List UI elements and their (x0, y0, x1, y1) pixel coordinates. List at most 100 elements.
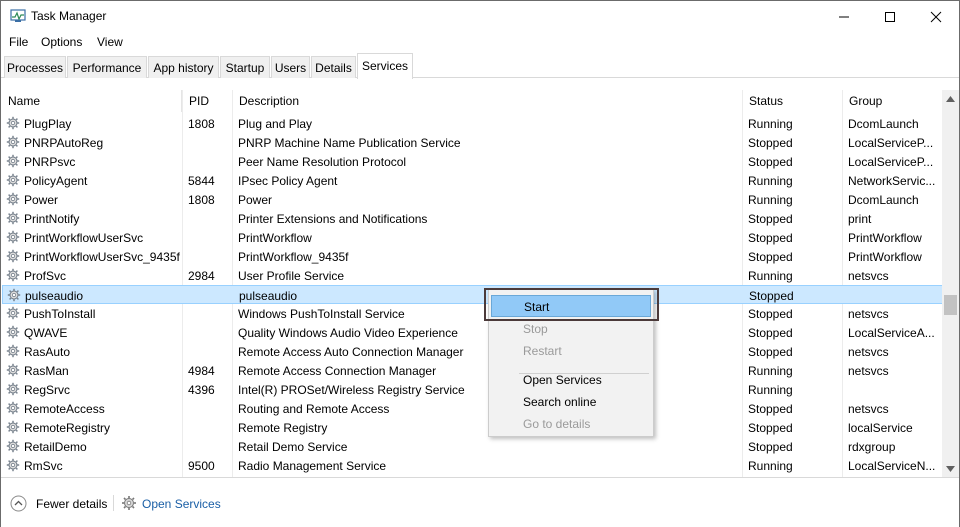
group-cell: LocalServiceP... (848, 136, 934, 150)
service-name-cell: PNRPsvc (24, 155, 76, 169)
table-row[interactable]: PNRPsvc Peer Name Resolution Protocol Stop… (2, 152, 943, 171)
task-manager-window: Task Manager File Options View Processes… (0, 0, 960, 527)
table-row[interactable]: pulseaudio pulseaudio Stopped (2, 285, 943, 304)
window-title: Task Manager (31, 9, 107, 23)
close-icon (930, 11, 942, 22)
tab-details[interactable]: Details (311, 56, 356, 78)
table-row[interactable]: RetailDemo Retail Demo Service Stopped rdxg… (2, 437, 943, 456)
minimize-button[interactable] (821, 1, 867, 32)
title-bar[interactable]: Task Manager (1, 1, 959, 32)
table-row[interactable]: PrintNotify Printer Extensions and Notifi… (2, 209, 943, 228)
column-header-group[interactable]: Group (843, 90, 943, 112)
scroll-thumb[interactable] (944, 295, 957, 315)
service-name-cell: PrintWorkflowUserSvc_9435f (24, 250, 180, 264)
context-menu-search-online[interactable]: Search online (489, 391, 653, 413)
table-row[interactable]: PolicyAgent 5844 IPsec Policy Agent Running… (2, 171, 943, 190)
pid-cell: 1808 (188, 117, 215, 131)
group-cell: rdxgroup (848, 440, 896, 454)
service-name-cell: RegSrvc (24, 383, 71, 397)
pid-cell: 2984 (188, 269, 215, 283)
description-cell: Plug and Play (238, 117, 313, 131)
column-header-pid[interactable]: PID (183, 90, 233, 112)
tab-processes[interactable]: Processes (4, 56, 66, 78)
menu-file[interactable]: File (9, 35, 28, 49)
status-cell: Running (748, 269, 793, 283)
description-cell: Retail Demo Service (238, 440, 348, 454)
status-cell: Running (748, 364, 793, 378)
group-cell: netsvcs (848, 345, 889, 359)
table-row[interactable]: PushToInstall Windows PushToInstall Servi… (2, 304, 943, 323)
context-menu-go-to-details[interactable]: Go to details (489, 413, 653, 435)
service-name-cell: RetailDemo (24, 440, 87, 454)
pid-cell: 9500 (188, 459, 215, 473)
services-table: ⌃ Name PID Description Status Group Plug… (2, 90, 959, 477)
tab-users[interactable]: Users (271, 56, 310, 78)
context-menu-stop[interactable]: Stop (489, 318, 653, 340)
maximize-button[interactable] (867, 1, 913, 32)
status-cell: Running (748, 459, 793, 473)
column-header-description[interactable]: Description (233, 90, 743, 112)
table-row[interactable]: PrintWorkflowUserSvc PrintWorkflow Stopped… (2, 228, 943, 247)
tab-performance[interactable]: Performance (67, 56, 147, 78)
service-name-cell: RmSvc (24, 459, 63, 473)
sort-ascending-icon: ⌃ (88, 90, 96, 96)
description-cell: PNRP Machine Name Publication Service (238, 136, 461, 150)
group-cell (848, 380, 943, 399)
group-cell (849, 286, 944, 305)
service-name-cell: PrintWorkflowUserSvc (24, 231, 144, 245)
table-row[interactable]: RemoteRegistry Remote Registry Stopped loca… (2, 418, 943, 437)
menu-options[interactable]: Options (41, 35, 82, 49)
status-cell: Stopped (748, 212, 793, 226)
open-services-link[interactable]: Open Services (142, 497, 221, 511)
footer-bar: Fewer details Open Services (1, 477, 959, 527)
tab-strip: Processes Performance App history Startu… (1, 53, 959, 79)
scroll-up-button[interactable] (942, 90, 959, 107)
pid-cell (188, 228, 232, 247)
table-row[interactable]: PNRPAutoReg PNRP Machine Name Publication… (2, 133, 943, 152)
pid-cell (188, 133, 232, 152)
table-row[interactable]: QWAVE Quality Windows Audio Video Experie… (2, 323, 943, 342)
table-row[interactable]: RasMan 4984 Remote Access Connection Manag… (2, 361, 943, 380)
description-cell: PrintWorkflow (238, 231, 312, 245)
status-cell: Stopped (748, 440, 793, 454)
fewer-details-button[interactable]: Fewer details (36, 497, 107, 511)
group-cell: print (848, 212, 872, 226)
minimize-icon (839, 16, 849, 17)
scroll-down-button[interactable] (942, 460, 959, 477)
table-header: ⌃ Name PID Description Status Group (2, 90, 943, 112)
scroll-up-icon (946, 95, 955, 102)
services-gear-icon (122, 496, 136, 510)
status-cell: Stopped (748, 402, 793, 416)
close-button[interactable] (913, 1, 959, 32)
chevron-up-circle-icon[interactable] (10, 495, 27, 512)
table-row[interactable]: RemoteAccess Routing and Remote Access Sto… (2, 399, 943, 418)
table-row[interactable]: ProfSvc 2984 User Profile Service Running ne… (2, 266, 943, 285)
table-row[interactable]: RegSrvc 4396 Intel(R) PROSet/Wireless Regi… (2, 380, 943, 399)
table-row[interactable]: Power 1808 Power Running DcomLaunch (2, 190, 943, 209)
context-menu-restart[interactable]: Restart (489, 340, 653, 362)
pid-cell (188, 418, 232, 437)
pid-cell: 4396 (188, 383, 215, 397)
table-row[interactable]: PrintWorkflowUserSvc_9435f PrintWorkflow_… (2, 247, 943, 266)
tab-services[interactable]: Services (357, 53, 413, 79)
table-row[interactable]: PlugPlay 1808 Plug and Play Running DcomLaun… (2, 114, 943, 133)
service-name-cell: RasMan (24, 364, 69, 378)
column-header-name[interactable]: ⌃ Name (2, 90, 182, 112)
service-name-cell: RasAuto (24, 345, 71, 359)
pid-cell (188, 209, 232, 228)
status-cell: Stopped (748, 250, 793, 264)
tab-startup[interactable]: Startup (220, 56, 270, 78)
table-row[interactable]: RmSvc 9500 Radio Management Service Running… (2, 456, 943, 475)
status-cell: Stopped (749, 289, 794, 303)
column-header-status[interactable]: Status (743, 90, 843, 112)
table-row[interactable]: RasAuto Remote Access Auto Connection Man… (2, 342, 943, 361)
scroll-down-icon (946, 465, 955, 472)
context-menu-open-services[interactable]: Open Services (489, 369, 653, 391)
menu-view[interactable]: View (97, 35, 123, 49)
group-cell: NetworkServic... (848, 174, 936, 188)
vertical-scrollbar[interactable] (942, 90, 959, 477)
service-name-cell: QWAVE (24, 326, 68, 340)
group-cell: LocalServiceA... (848, 326, 935, 340)
tab-app-history[interactable]: App history (148, 56, 219, 78)
group-cell: netsvcs (848, 364, 889, 378)
